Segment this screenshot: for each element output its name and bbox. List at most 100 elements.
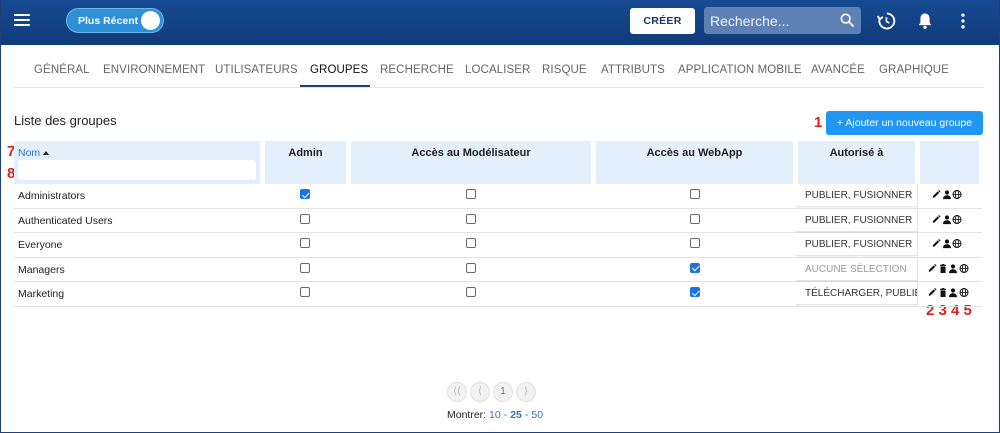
- user-icon[interactable]: [942, 189, 952, 200]
- toggle-knob: [141, 11, 160, 30]
- modeler-checkbox[interactable]: [466, 262, 476, 273]
- admin-checkbox[interactable]: [300, 238, 310, 248]
- group-name[interactable]: Authenticated Users: [18, 215, 113, 227]
- column-header-authorized: Autorisé à: [798, 141, 915, 184]
- edit-icon[interactable]: [927, 287, 937, 298]
- globe-icon[interactable]: [952, 189, 962, 200]
- more-options-icon[interactable]: [953, 11, 973, 31]
- webapp-checkbox[interactable]: [690, 262, 700, 273]
- annotation-1: 1: [814, 114, 823, 131]
- globe-icon[interactable]: [952, 238, 962, 249]
- admin-checkbox[interactable]: [300, 287, 310, 297]
- table-row: Administrators PUBLIER, FUSIONNER: [14, 184, 982, 209]
- edit-icon[interactable]: [931, 189, 941, 200]
- next-page-button[interactable]: ⟩: [516, 382, 536, 402]
- notifications-bell-icon[interactable]: [915, 11, 935, 31]
- page-size-option[interactable]: 10: [489, 409, 501, 421]
- tab-locate[interactable]: LOCALISER: [465, 64, 530, 76]
- authorized-to-select[interactable]: AUCUNE SÉLECTION: [796, 257, 918, 281]
- menu-icon[interactable]: [14, 14, 30, 28]
- row-actions: [927, 287, 979, 301]
- tab-users[interactable]: UTILISATEURS: [215, 64, 298, 76]
- tab-advanced[interactable]: AVANCÉE: [811, 64, 865, 76]
- tab-attributes[interactable]: ATTRIBUTS: [601, 64, 665, 76]
- name-filter-input[interactable]: [18, 160, 256, 180]
- modeler-checkbox[interactable]: [466, 238, 476, 248]
- tab-graphics[interactable]: GRAPHIQUE: [879, 64, 949, 76]
- row-actions: [931, 238, 983, 252]
- settings-tabs: GÉNÉRAL ENVIRONNEMENT UTILISATEURS GROUP…: [14, 46, 984, 88]
- edit-icon[interactable]: [927, 263, 937, 274]
- webapp-checkbox[interactable]: [690, 189, 700, 199]
- add-group-button[interactable]: + Ajouter un nouveau groupe: [826, 111, 983, 135]
- column-header-webapp: Accès au WebApp: [596, 141, 793, 184]
- webapp-checkbox[interactable]: [690, 213, 700, 224]
- previous-page-button[interactable]: ⟨: [470, 382, 490, 402]
- tab-search[interactable]: RECHERCHE: [380, 64, 454, 76]
- top-bar: Plus Récent CRÉER: [0, 0, 1000, 45]
- column-name-label: Nom: [18, 147, 41, 159]
- edit-icon[interactable]: [931, 214, 941, 225]
- group-name[interactable]: Marketing: [18, 288, 64, 300]
- pagination: ⟨⟨ ⟨ 1 ⟩: [447, 382, 537, 404]
- user-icon[interactable]: [948, 263, 958, 274]
- modeler-checkbox[interactable]: [466, 287, 476, 297]
- sort-ascending-icon: [43, 151, 50, 156]
- column-header-modeler: Accès au Modélisateur: [351, 141, 591, 184]
- trash-icon[interactable]: [938, 263, 948, 274]
- page-size-separator: -: [503, 409, 508, 421]
- authorized-to-select[interactable]: PUBLIER, FUSIONNER: [796, 208, 918, 232]
- table-row: Managers AUCUNE SÉLECTION: [14, 257, 982, 282]
- authorized-to-select[interactable]: PUBLIER, FUSIONNER: [796, 184, 918, 207]
- trash-icon[interactable]: [938, 287, 948, 298]
- latest-version-toggle[interactable]: Plus Récent: [66, 8, 164, 33]
- globe-icon[interactable]: [952, 214, 962, 225]
- edit-icon[interactable]: [931, 238, 941, 249]
- group-name[interactable]: Administrators: [18, 190, 85, 202]
- first-page-button[interactable]: ⟨⟨: [447, 382, 467, 402]
- active-tab-indicator: [300, 85, 370, 87]
- tab-general[interactable]: GÉNÉRAL: [34, 64, 90, 76]
- table-row: Marketing TÉLÉCHARGER, PUBLIER: [14, 282, 982, 307]
- row-actions: [927, 263, 979, 277]
- current-page[interactable]: 1: [493, 382, 513, 402]
- search-input[interactable]: [710, 11, 828, 30]
- page-size-label: Montrer:: [447, 409, 487, 421]
- user-icon[interactable]: [942, 238, 952, 249]
- page-size-separator: -: [524, 409, 529, 421]
- admin-checkbox[interactable]: [300, 213, 310, 224]
- table-row: Everyone PUBLIER, FUSIONNER: [14, 233, 982, 258]
- webapp-checkbox[interactable]: [690, 238, 700, 248]
- sort-by-name-link[interactable]: Nom: [18, 147, 50, 159]
- tab-mobile-app[interactable]: APPLICATION MOBILE: [678, 64, 802, 76]
- page-title: Liste des groupes: [14, 113, 117, 128]
- globe-icon[interactable]: [958, 287, 969, 298]
- create-button[interactable]: CRÉER: [630, 8, 695, 34]
- group-name[interactable]: Everyone: [18, 239, 62, 251]
- tab-environment[interactable]: ENVIRONNEMENT: [103, 64, 205, 76]
- column-header-admin: Admin: [265, 141, 346, 184]
- authorized-to-select[interactable]: TÉLÉCHARGER, PUBLIER: [796, 282, 918, 305]
- tab-risk[interactable]: RISQUE: [542, 64, 587, 76]
- modeler-checkbox[interactable]: [466, 213, 476, 224]
- globe-icon[interactable]: [958, 263, 969, 274]
- admin-checkbox[interactable]: [300, 189, 310, 199]
- search-icon[interactable]: [839, 12, 855, 28]
- user-icon[interactable]: [948, 287, 958, 298]
- toggle-label: Plus Récent: [78, 15, 139, 27]
- webapp-checkbox[interactable]: [690, 287, 700, 297]
- user-icon[interactable]: [942, 214, 952, 225]
- modeler-checkbox[interactable]: [466, 189, 476, 199]
- column-header-name: Nom: [14, 141, 260, 184]
- admin-checkbox[interactable]: [300, 262, 310, 273]
- search-box[interactable]: [704, 7, 861, 34]
- authorized-to-select[interactable]: PUBLIER, FUSIONNER: [796, 233, 918, 256]
- group-name[interactable]: Managers: [18, 264, 65, 276]
- page-size-option[interactable]: 25: [510, 409, 522, 421]
- tab-groups[interactable]: GROUPES: [310, 64, 368, 76]
- row-actions: [931, 189, 983, 203]
- page-size-option[interactable]: 50: [531, 409, 543, 421]
- history-icon[interactable]: [876, 11, 896, 31]
- column-header-actions: [920, 141, 979, 184]
- row-actions: [931, 214, 983, 228]
